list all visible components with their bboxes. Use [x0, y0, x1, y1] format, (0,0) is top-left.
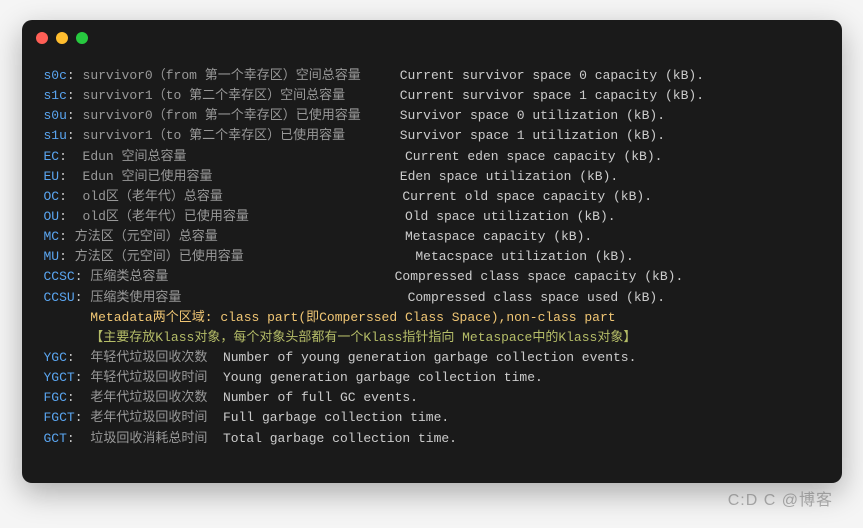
key: FGC [44, 390, 67, 405]
metadata-line-2: 【主要存放Klass对象，每个对象头部都有一个Klass指针指向 Metaspa… [44, 328, 820, 348]
key: s0u [44, 108, 67, 123]
key: OC [44, 189, 60, 204]
key: FGCT [44, 410, 75, 425]
value: 老年代垃圾回收次数 [90, 390, 207, 405]
value: survivor0（from 第一个幸存区）空间总容量 [83, 68, 361, 83]
value: old区（老年代）已使用容量 [83, 209, 249, 224]
value: 垃圾回收消耗总时间 [90, 431, 207, 446]
description: Current old space capacity (kB). [402, 189, 652, 204]
value: 老年代垃圾回收时间 [90, 410, 207, 425]
value: 年轻代垃圾回收次数 [90, 350, 207, 365]
value: survivor0（from 第一个幸存区）已使用容量 [83, 108, 361, 123]
description: Number of full GC events. [223, 390, 418, 405]
value: survivor1（to 第二个幸存区）已使用容量 [83, 128, 346, 143]
terminal-line: FGCT: 老年代垃圾回收时间 Full garbage collection … [44, 408, 820, 428]
window-titlebar [22, 20, 842, 56]
terminal-line: MU: 方法区（元空间）已使用容量 Metacspace utilization… [44, 247, 820, 267]
description: Survivor space 0 utilization (kB). [400, 108, 665, 123]
minimize-icon[interactable] [56, 32, 68, 44]
key: s1u [44, 128, 67, 143]
key: CCSU [44, 290, 75, 305]
value: Edun 空间已使用容量 [83, 169, 213, 184]
terminal-line: s0u: survivor0（from 第一个幸存区）已使用容量 Survivo… [44, 106, 820, 126]
colon: : [67, 431, 90, 446]
terminal-line: EC: Edun 空间总容量 Current eden space capaci… [44, 147, 820, 167]
key: MU [44, 249, 60, 264]
key: MC [44, 229, 60, 244]
key: YGC [44, 350, 67, 365]
description: Number of young generation garbage colle… [223, 350, 636, 365]
colon: : [59, 169, 82, 184]
colon: : [75, 370, 91, 385]
colon: : [59, 189, 82, 204]
description: Full garbage collection time. [223, 410, 449, 425]
colon: : [67, 68, 83, 83]
colon: : [75, 410, 91, 425]
value: 年轻代垃圾回收时间 [90, 370, 207, 385]
colon: : [75, 290, 91, 305]
terminal-line: OU: old区（老年代）已使用容量 Old space utilization… [44, 207, 820, 227]
colon: : [67, 128, 83, 143]
value: Edun 空间总容量 [83, 149, 187, 164]
description: Metaspace capacity (kB). [405, 229, 592, 244]
close-icon[interactable] [36, 32, 48, 44]
description: Current eden space capacity (kB). [397, 149, 662, 164]
key: OU [44, 209, 60, 224]
watermark-text: C:D C @博客 [728, 486, 833, 510]
value: 方法区（元空间）已使用容量 [75, 249, 244, 264]
value: old区（老年代）总容量 [83, 189, 223, 204]
key: s0c [44, 68, 67, 83]
colon: : [67, 390, 90, 405]
terminal-line: s0c: survivor0（from 第一个幸存区）空间总容量 Current… [44, 66, 820, 86]
description: Young generation garbage collection time… [223, 370, 543, 385]
description: Survivor space 1 utilization (kB). [400, 128, 665, 143]
key: EU [44, 169, 60, 184]
terminal-line: s1u: survivor1（to 第二个幸存区）已使用容量 Survivor … [44, 126, 820, 146]
terminal-line: GCT: 垃圾回收消耗总时间 Total garbage collection … [44, 429, 820, 449]
terminal-line: YGCT: 年轻代垃圾回收时间 Young generation garbage… [44, 368, 820, 388]
colon: : [67, 350, 90, 365]
description: Compressed class space used (kB). [400, 290, 665, 305]
description: Old space utilization (kB). [405, 209, 616, 224]
maximize-icon[interactable] [76, 32, 88, 44]
terminal-line: EU: Edun 空间已使用容量 Eden space utilization … [44, 167, 820, 187]
key: EC [44, 149, 60, 164]
description: Metacspace utilization (kB). [408, 249, 634, 264]
description: Eden space utilization (kB). [400, 169, 618, 184]
colon: : [67, 108, 83, 123]
colon: : [59, 149, 82, 164]
description: Compressed class space capacity (kB). [395, 269, 684, 284]
terminal-content: s0c: survivor0（from 第一个幸存区）空间总容量 Current… [22, 56, 842, 459]
description: Total garbage collection time. [223, 431, 457, 446]
terminal-line: YGC: 年轻代垃圾回收次数 Number of young generatio… [44, 348, 820, 368]
key: s1c [44, 88, 67, 103]
terminal-line: s1c: survivor1（to 第二个幸存区）空间总容量 Current s… [44, 86, 820, 106]
value: survivor1（to 第二个幸存区）空间总容量 [83, 88, 346, 103]
colon: : [59, 249, 75, 264]
terminal-line: CCSU: 压缩类使用容量 Compressed class space use… [44, 288, 820, 308]
metadata-line-1: Metadata两个区域: class part(即Comperssed Cla… [44, 308, 820, 328]
terminal-line: FGC: 老年代垃圾回收次数 Number of full GC events. [44, 388, 820, 408]
colon: : [59, 209, 82, 224]
value: 压缩类总容量 [90, 269, 168, 284]
description: Current survivor space 1 capacity (kB). [400, 88, 704, 103]
terminal-line: CCSC: 压缩类总容量 Compressed class space capa… [44, 267, 820, 287]
key: YGCT [44, 370, 75, 385]
terminal-line: MC: 方法区（元空间）总容量 Metaspace capacity (kB). [44, 227, 820, 247]
value: 压缩类使用容量 [90, 290, 181, 305]
description: Current survivor space 0 capacity (kB). [400, 68, 704, 83]
colon: : [59, 229, 75, 244]
terminal-line: OC: old区（老年代）总容量 Current old space capac… [44, 187, 820, 207]
colon: : [75, 269, 91, 284]
key: GCT [44, 431, 67, 446]
key: CCSC [44, 269, 75, 284]
terminal-window: s0c: survivor0（from 第一个幸存区）空间总容量 Current… [22, 20, 842, 483]
colon: : [67, 88, 83, 103]
value: 方法区（元空间）总容量 [75, 229, 218, 244]
